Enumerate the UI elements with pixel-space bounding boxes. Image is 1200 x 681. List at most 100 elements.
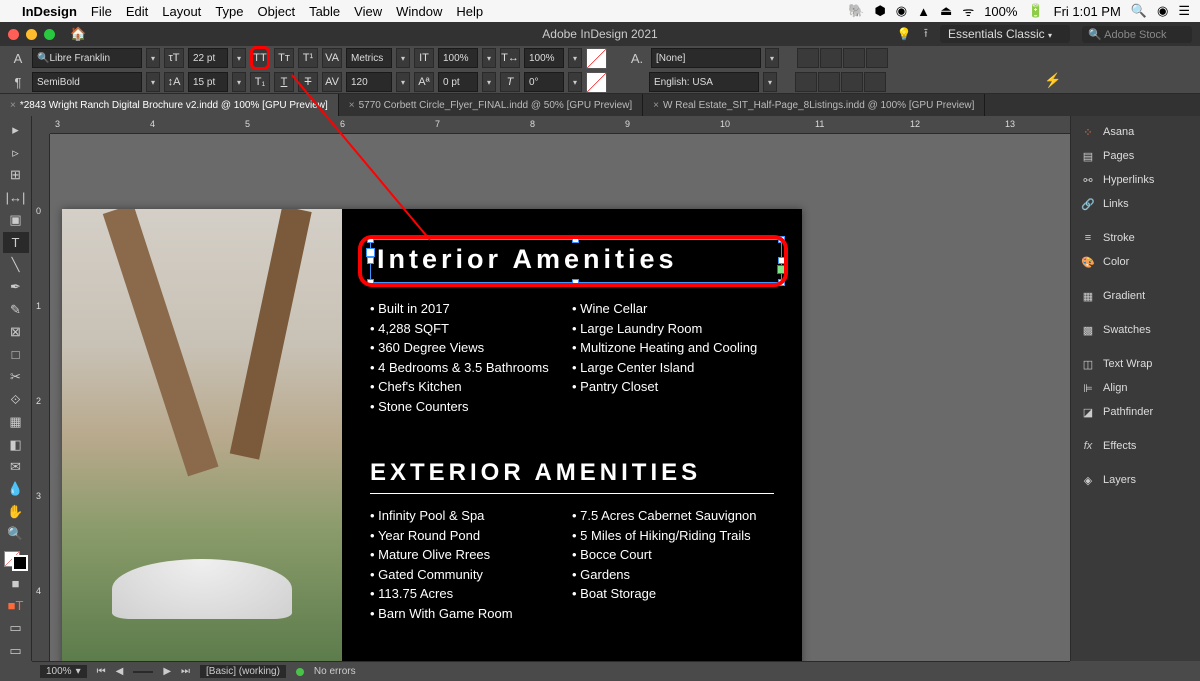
line-tool[interactable]: ╲ — [3, 255, 29, 275]
layout-field[interactable]: [Basic] (working) — [200, 665, 286, 678]
panel-pages[interactable]: ▤Pages — [1071, 144, 1200, 168]
leading-dropdown[interactable]: ▾ — [232, 72, 246, 92]
vscale-field[interactable]: 100% — [438, 48, 478, 68]
all-caps-button[interactable]: TT — [250, 46, 270, 70]
eyedropper-tool[interactable]: 💧 — [3, 479, 29, 499]
ruler-horizontal[interactable]: 3 4 5 6 7 8 9 10 11 12 13 — [50, 116, 1070, 134]
maximize-button[interactable] — [44, 29, 55, 40]
justify-center[interactable] — [818, 72, 840, 92]
siri-icon[interactable]: ◉ — [1157, 3, 1168, 19]
justify-left[interactable] — [795, 72, 817, 92]
language-field[interactable]: English: USA — [649, 72, 759, 92]
char-style-field[interactable]: [None] — [651, 48, 761, 68]
leading-field[interactable]: 15 pt — [188, 72, 228, 92]
screen-mode-2[interactable]: ▭ — [3, 640, 29, 660]
hscale-dropdown[interactable]: ▾ — [568, 48, 582, 68]
language-dropdown[interactable]: ▾ — [763, 72, 777, 92]
doc-tab-2[interactable]: ×5770 Corbett Circle_Flyer_FINAL.indd @ … — [339, 94, 643, 116]
panel-color[interactable]: 🎨Color — [1071, 250, 1200, 274]
customize-control-icon[interactable]: ⚡ — [1038, 60, 1068, 100]
ruler-vertical[interactable]: 0 1 2 3 4 — [32, 134, 50, 661]
zoom-tool[interactable]: 🔍 — [3, 524, 29, 544]
free-transform-tool[interactable]: ⟐ — [3, 389, 29, 409]
justify-right[interactable] — [841, 72, 863, 92]
panel-hyperlinks[interactable]: ⚯Hyperlinks — [1071, 168, 1200, 192]
screen-mode[interactable]: ▭ — [3, 618, 29, 638]
fill-stroke-swatch[interactable] — [4, 551, 28, 571]
app-name[interactable]: InDesign — [22, 4, 77, 19]
panel-stroke[interactable]: ≡Stroke — [1071, 226, 1200, 250]
zoom-field[interactable]: 100% ▾ — [40, 665, 87, 678]
document-page[interactable]: Interior Amenities Built in 2017 4,288 S… — [62, 209, 802, 661]
baseline-field[interactable]: 0 pt — [438, 72, 478, 92]
menu-view[interactable]: View — [354, 4, 382, 19]
menu-type[interactable]: Type — [215, 4, 243, 19]
font-family-field[interactable]: 🔍 Libre Franklin — [32, 48, 142, 68]
tracking-field[interactable]: 120 — [346, 72, 392, 92]
dropbox-icon[interactable]: ⬢ — [874, 3, 885, 19]
panel-pathfinder[interactable]: ◪Pathfinder — [1071, 400, 1200, 424]
selected-text-frame[interactable]: Interior Amenities — [370, 239, 782, 283]
menu-file[interactable]: File — [91, 4, 112, 19]
panel-layers[interactable]: ◈Layers — [1071, 468, 1200, 492]
paragraph-mode[interactable]: ¶ — [8, 75, 28, 90]
menu-edit[interactable]: Edit — [126, 4, 148, 19]
rectangle-frame-tool[interactable]: ⊠ — [3, 322, 29, 342]
page-number-field[interactable] — [133, 671, 153, 673]
ruler-origin[interactable] — [32, 116, 50, 134]
battery-icon[interactable]: 🔋 — [1027, 3, 1043, 19]
spotlight-icon[interactable]: 🔍 — [1131, 3, 1147, 19]
tips-icon[interactable]: 💡 — [897, 27, 912, 41]
apply-color[interactable]: ■ — [3, 573, 29, 593]
vscale-dropdown[interactable]: ▾ — [482, 48, 496, 68]
gap-tool[interactable]: |↔| — [3, 187, 29, 207]
eject-icon[interactable]: ⏏ — [940, 3, 952, 19]
menu-window[interactable]: Window — [396, 4, 442, 19]
font-dropdown[interactable]: ▾ — [146, 48, 160, 68]
adobe-icon[interactable]: ▲ — [917, 4, 930, 19]
skew-field[interactable]: 0° — [524, 72, 564, 92]
font-size-field[interactable]: 22 pt — [188, 48, 228, 68]
close-tab-icon[interactable]: × — [349, 100, 355, 111]
page-tool[interactable]: ⊞ — [3, 165, 29, 185]
close-tab-icon[interactable]: × — [10, 100, 16, 111]
skew-dropdown[interactable]: ▾ — [568, 72, 582, 92]
justify-all[interactable] — [864, 72, 886, 92]
small-caps-button[interactable]: Tᴛ — [274, 48, 294, 68]
panel-asana[interactable]: ⁘Asana — [1071, 120, 1200, 144]
doc-tab-3[interactable]: ×W Real Estate_SIT_Half-Page_8Listings.i… — [643, 94, 985, 116]
share-icon[interactable]: ⭱ — [924, 24, 928, 45]
baseline-dropdown[interactable]: ▾ — [482, 72, 496, 92]
out-port[interactable] — [777, 265, 786, 274]
menu-object[interactable]: Object — [258, 4, 296, 19]
panel-links[interactable]: 🔗Links — [1071, 192, 1200, 216]
superscript-button[interactable]: T¹ — [298, 48, 318, 68]
align-center[interactable] — [820, 48, 842, 68]
close-button[interactable] — [8, 29, 19, 40]
character-mode[interactable]: A — [8, 51, 28, 66]
rectangle-tool[interactable]: □ — [3, 345, 29, 365]
workspace-selector[interactable]: Essentials Classic ▾ — [940, 25, 1070, 43]
type-tool[interactable]: T — [3, 232, 29, 252]
align-left[interactable] — [797, 48, 819, 68]
hscale-field[interactable]: 100% — [524, 48, 564, 68]
page-nav-prev[interactable]: ◀ — [116, 666, 124, 677]
stroke-swatch[interactable] — [586, 72, 607, 93]
menu-help[interactable]: Help — [456, 4, 483, 19]
style-dropdown[interactable]: ▾ — [146, 72, 160, 92]
fill-swatch[interactable] — [586, 48, 607, 69]
subscript-button[interactable]: T₁ — [250, 72, 270, 92]
tracking-dropdown[interactable]: ▾ — [396, 72, 410, 92]
menu-layout[interactable]: Layout — [162, 4, 201, 19]
panel-effects[interactable]: fxEffects — [1071, 434, 1200, 458]
underline-button[interactable]: T — [274, 72, 294, 92]
gradient-swatch-tool[interactable]: ▦ — [3, 412, 29, 432]
interior-title[interactable]: Interior Amenities — [371, 240, 781, 279]
font-style-field[interactable]: SemiBold — [32, 72, 142, 92]
sync-icon[interactable]: ◉ — [896, 3, 907, 19]
wifi-icon[interactable]: ᯤ — [962, 2, 974, 20]
pencil-tool[interactable]: ✎ — [3, 300, 29, 320]
page-nav-first[interactable]: ⏮ — [97, 666, 106, 677]
scissors-tool[interactable]: ✂ — [3, 367, 29, 387]
menu-icon[interactable]: ☰ — [1178, 3, 1190, 19]
